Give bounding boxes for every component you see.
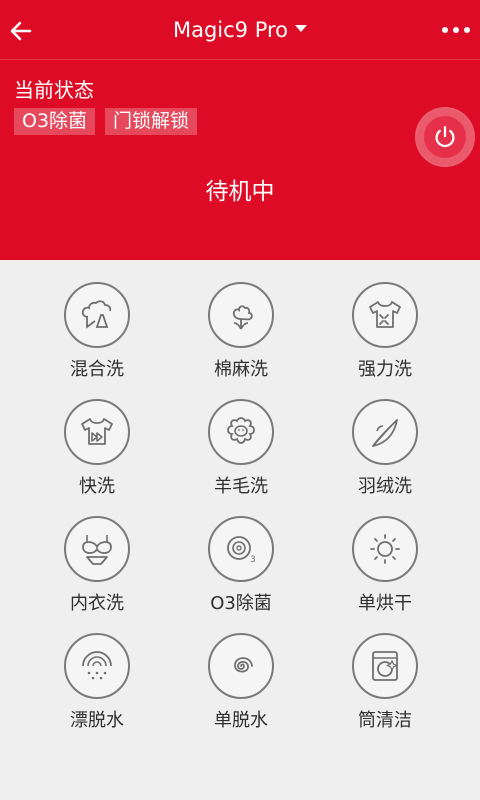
mode-label: 漂脱水 [70, 710, 124, 731]
down-feather-icon [352, 399, 418, 465]
mode-quick-wash[interactable]: 快洗 [25, 399, 169, 516]
drum-clean-icon [352, 633, 418, 699]
device-title[interactable]: Magic9 Pro [173, 18, 288, 42]
mode-wool[interactable]: 羊毛洗 [169, 399, 313, 516]
underwear-icon [64, 516, 130, 582]
mode-label: 强力洗 [358, 359, 412, 380]
mode-underwear[interactable]: 内衣洗 [25, 516, 169, 633]
mode-ozone-sterilize[interactable]: 3 O3除菌 [169, 516, 313, 633]
mode-dry-only[interactable]: 单烘干 [313, 516, 457, 633]
rinse-spin-icon [64, 633, 130, 699]
wash-mode-grid: 混合洗 棉麻洗 强力洗 快洗 羊毛洗 羽绒洗 内衣洗 3 O3除菌 单烘干 漂脱… [25, 282, 455, 750]
chevron-down-icon[interactable] [295, 24, 308, 32]
ozone-sterilize-icon: 3 [208, 516, 274, 582]
mode-mixed-wash[interactable]: 混合洗 [25, 282, 169, 399]
status-header: Magic9 Pro 当前状态 O3除菌 门锁解锁 待机中 [0, 0, 480, 260]
quick-wash-icon [64, 399, 130, 465]
machine-state: 待机中 [205, 179, 275, 205]
mode-heavy-duty[interactable]: 强力洗 [313, 282, 457, 399]
wool-icon [208, 399, 274, 465]
mode-label: 羊毛洗 [214, 476, 268, 497]
top-bar: Magic9 Pro [0, 0, 480, 60]
mode-drum-clean[interactable]: 筒清洁 [313, 633, 457, 750]
mode-label: 筒清洁 [358, 710, 412, 731]
status-tag-ozone: O3除菌 [14, 108, 96, 135]
mixed-wash-icon [64, 282, 130, 348]
mode-label: 快洗 [79, 476, 115, 497]
mode-label: 内衣洗 [70, 593, 124, 614]
back-arrow-icon[interactable] [8, 18, 34, 44]
dry-only-icon [352, 516, 418, 582]
status-tags: O3除菌 门锁解锁 [14, 108, 198, 135]
power-button[interactable] [417, 109, 473, 165]
spin-only-icon [208, 633, 274, 699]
more-menu-icon[interactable] [442, 22, 470, 38]
svg-text:3: 3 [250, 555, 256, 565]
mode-down-feather[interactable]: 羽绒洗 [313, 399, 457, 516]
mode-rinse-spin[interactable]: 漂脱水 [25, 633, 169, 750]
mode-label: 单烘干 [358, 593, 412, 614]
heavy-duty-icon [352, 282, 418, 348]
mode-label: 羽绒洗 [358, 476, 412, 497]
mode-label: 单脱水 [214, 710, 268, 731]
mode-label: 混合洗 [70, 359, 124, 380]
mode-label: 棉麻洗 [214, 359, 268, 380]
status-label: 当前状态 [14, 78, 94, 102]
cotton-icon [208, 282, 274, 348]
power-icon [424, 116, 466, 158]
mode-spin-only[interactable]: 单脱水 [169, 633, 313, 750]
status-tag-door: 门锁解锁 [105, 108, 198, 135]
mode-cotton[interactable]: 棉麻洗 [169, 282, 313, 399]
mode-label: O3除菌 [210, 593, 272, 614]
